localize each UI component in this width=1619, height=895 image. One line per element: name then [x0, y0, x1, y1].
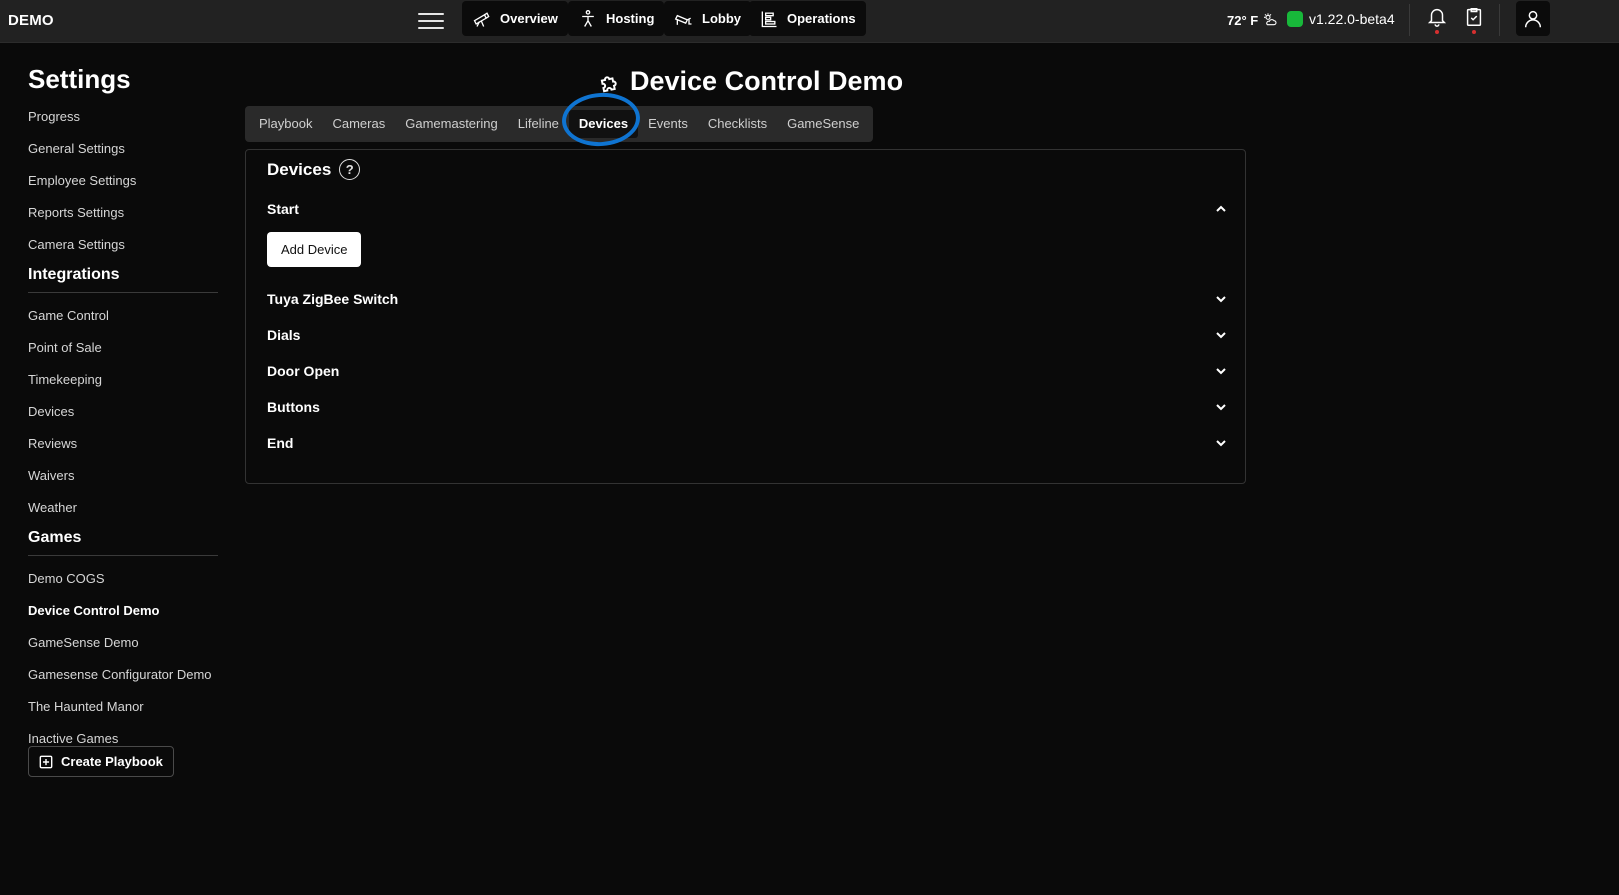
- user-menu-button[interactable]: [1516, 1, 1550, 36]
- tab-devices[interactable]: Devices: [568, 110, 639, 138]
- sidebar-item-general-settings[interactable]: General Settings: [28, 140, 218, 172]
- bell-icon: [1427, 9, 1447, 27]
- sidebar-item-game-control[interactable]: Game Control: [28, 307, 218, 339]
- nav-lobby-label: Lobby: [702, 11, 741, 26]
- sidebar-item-reviews[interactable]: Reviews: [28, 435, 218, 467]
- chevron-down-icon: [1216, 296, 1226, 303]
- user-icon: [1524, 10, 1542, 27]
- create-playbook-button[interactable]: Create Playbook: [28, 746, 174, 777]
- sidebar-item-haunted-manor[interactable]: The Haunted Manor: [28, 698, 218, 730]
- section-start[interactable]: Start: [267, 198, 1227, 220]
- connection-status[interactable]: v1.22.0-beta4: [1287, 11, 1395, 27]
- add-device-button[interactable]: Add Device: [267, 232, 362, 267]
- menu-icon[interactable]: [418, 8, 444, 32]
- sidebar-section-integrations: Integrations: [28, 266, 218, 293]
- sidebar-item-camera-settings[interactable]: Camera Settings: [28, 236, 218, 264]
- sidebar-item-weather[interactable]: Weather: [28, 499, 218, 527]
- section-label: Start: [267, 201, 299, 217]
- section-label: Tuya ZigBee Switch: [267, 291, 399, 307]
- sidebar-item-waivers[interactable]: Waivers: [28, 467, 218, 499]
- sidebar-item-point-of-sale[interactable]: Point of Sale: [28, 339, 218, 371]
- nav-hosting-label: Hosting: [606, 11, 655, 26]
- nav-operations-button[interactable]: Operations: [749, 1, 866, 36]
- chevron-up-icon: [1216, 205, 1226, 212]
- sidebar-item-inactive-games[interactable]: Inactive Games: [28, 730, 218, 746]
- panel-title: Devices: [267, 159, 332, 179]
- weather-widget[interactable]: 72° F: [1227, 12, 1278, 28]
- version-label: v1.22.0-beta4: [1309, 11, 1395, 27]
- tab-gamesense[interactable]: GameSense: [777, 110, 869, 138]
- divider: [1499, 4, 1500, 36]
- section-label: Door Open: [267, 363, 340, 379]
- section-label: End: [267, 435, 294, 451]
- weather-temp: 72° F: [1227, 12, 1259, 28]
- create-playbook-label: Create Playbook: [61, 754, 163, 769]
- top-bar: DEMO Overview Hosting Lobby Operations 7…: [0, 0, 1619, 43]
- page-title: Device Control Demo: [598, 66, 903, 97]
- settings-sidebar: Settings Progress General Settings Emplo…: [28, 64, 218, 777]
- tab-playbook[interactable]: Playbook: [249, 110, 322, 138]
- notification-badge: [1435, 30, 1439, 34]
- chevron-down-icon: [1216, 332, 1226, 339]
- tab-lifeline[interactable]: Lifeline: [508, 110, 569, 138]
- nav-operations-label: Operations: [787, 11, 856, 26]
- section-buttons[interactable]: Buttons: [267, 396, 1227, 418]
- nav-hosting-button[interactable]: Hosting: [568, 1, 665, 36]
- sidebar-item-devices[interactable]: Devices: [28, 403, 218, 435]
- brand-logo[interactable]: DEMO: [8, 12, 54, 29]
- tab-gamemastering[interactable]: Gamemastering: [395, 110, 507, 138]
- sidebar-item-employee-settings[interactable]: Employee Settings: [28, 172, 218, 204]
- page-title-text: Device Control Demo: [630, 66, 904, 96]
- chevron-down-icon: [1216, 368, 1226, 375]
- tab-cameras[interactable]: Cameras: [322, 110, 395, 138]
- sidebar-item-gamesense-demo[interactable]: GameSense Demo: [28, 634, 218, 666]
- checklist-badge: [1472, 30, 1476, 34]
- section-tuya-zigbee-switch[interactable]: Tuya ZigBee Switch: [267, 288, 1227, 310]
- person-icon: [582, 9, 594, 27]
- section-end[interactable]: End: [267, 432, 1227, 454]
- sidebar-item-gamesense-configurator-demo[interactable]: Gamesense Configurator Demo: [28, 666, 218, 698]
- camera-icon: [674, 14, 692, 25]
- puzzle-icon: [600, 75, 617, 92]
- sidebar-item-reports-settings[interactable]: Reports Settings: [28, 204, 218, 236]
- checklist-button[interactable]: [1463, 6, 1485, 34]
- sidebar-title: Settings: [28, 64, 131, 94]
- sidebar-item-demo-cogs[interactable]: Demo COGS: [28, 570, 218, 602]
- sidebar-item-progress[interactable]: Progress: [28, 108, 218, 140]
- section-door-open[interactable]: Door Open: [267, 360, 1227, 382]
- partly-cloudy-icon: [1264, 13, 1277, 26]
- notifications-button[interactable]: [1426, 6, 1448, 34]
- chevron-down-icon: [1216, 404, 1226, 411]
- plus-square-icon: [39, 755, 53, 768]
- section-label: Dials: [267, 327, 301, 343]
- sidebar-item-device-control-demo[interactable]: Device Control Demo: [28, 602, 218, 634]
- section-dials[interactable]: Dials: [267, 324, 1227, 346]
- nav-overview-button[interactable]: Overview: [462, 1, 568, 36]
- telescope-icon: [473, 11, 490, 27]
- nav-overview-label: Overview: [500, 11, 558, 26]
- nav-lobby-button[interactable]: Lobby: [664, 1, 751, 36]
- sidebar-item-timekeeping[interactable]: Timekeeping: [28, 371, 218, 403]
- section-label: Buttons: [267, 399, 320, 415]
- chevron-down-icon: [1216, 440, 1226, 447]
- help-icon[interactable]: ?: [339, 159, 361, 180]
- chart-icon: [761, 11, 777, 27]
- devices-panel: Devices ? Start Add Device Tuya ZigBee S…: [245, 149, 1246, 484]
- panel-header: Devices ?: [267, 159, 361, 180]
- sidebar-section-games: Games: [28, 529, 218, 556]
- tab-checklists[interactable]: Checklists: [698, 110, 777, 138]
- game-tabs: Playbook Cameras Gamemastering Lifeline …: [245, 106, 874, 142]
- status-indicator: [1287, 11, 1303, 27]
- divider: [1409, 4, 1410, 36]
- clipboard-check-icon: [1466, 8, 1482, 26]
- tab-events[interactable]: Events: [638, 110, 698, 138]
